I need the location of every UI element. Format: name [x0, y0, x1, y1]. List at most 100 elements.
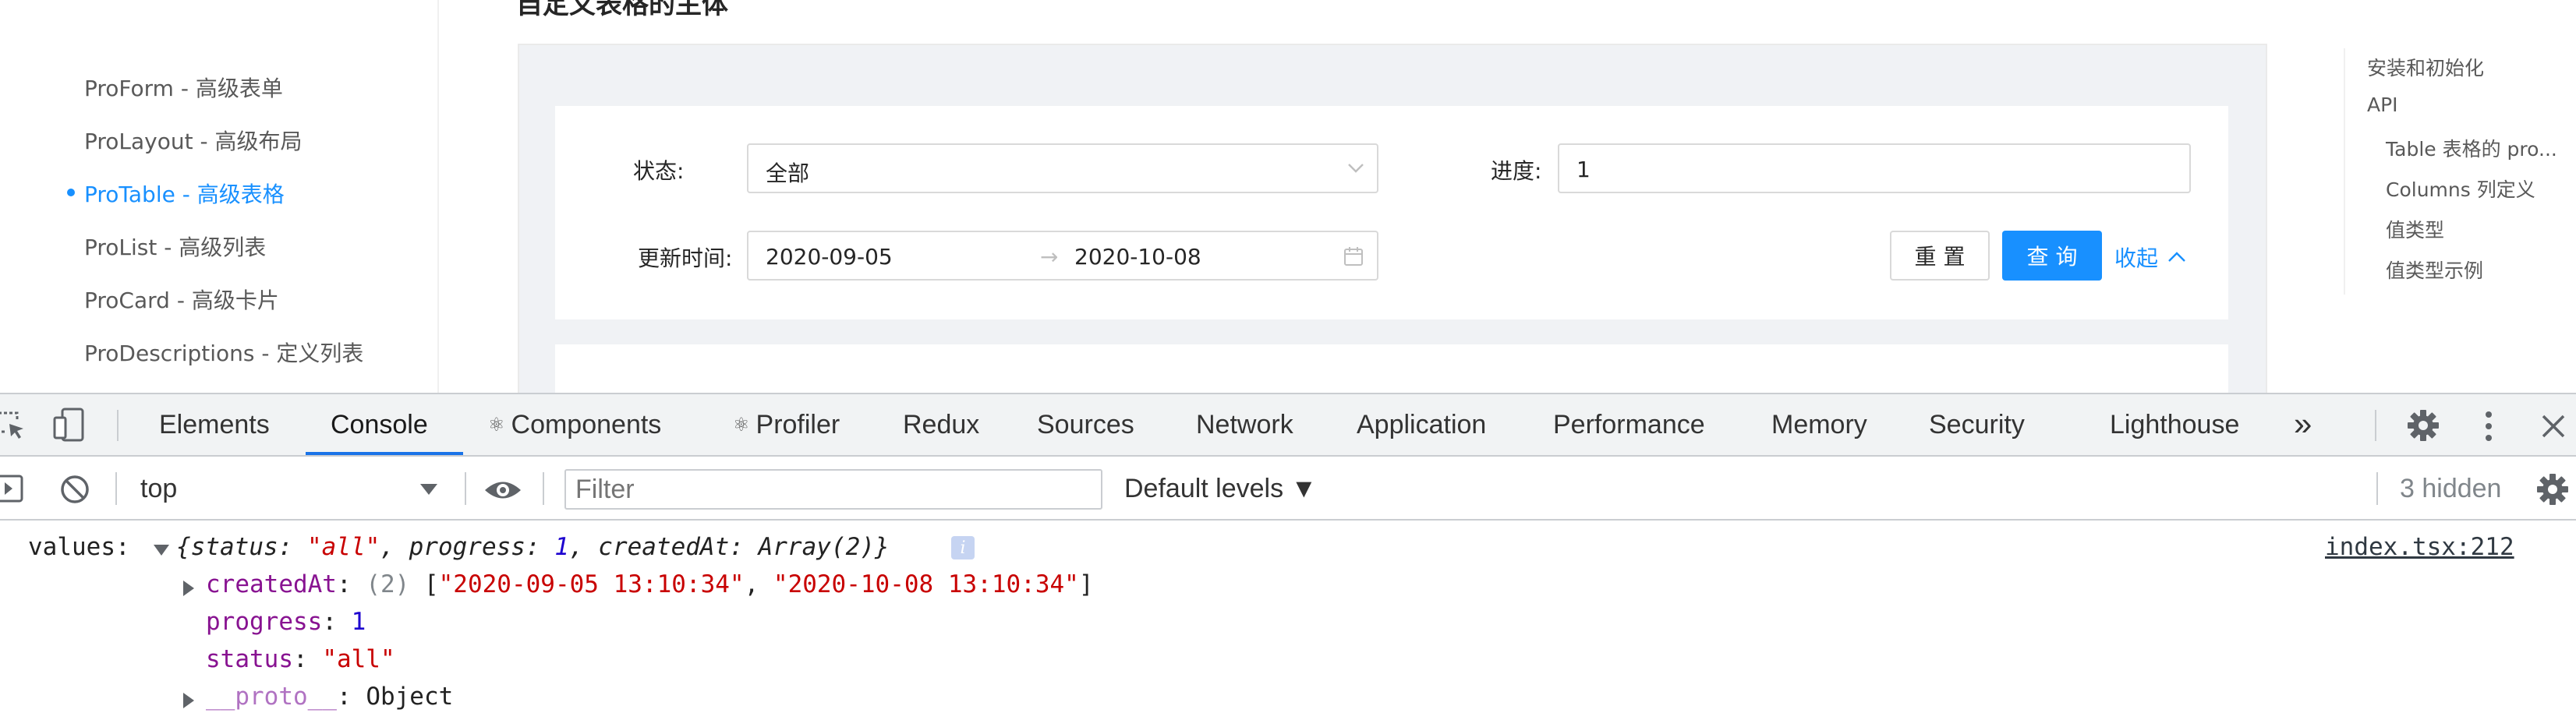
page-title: 自定义表格的主体	[516, 0, 728, 20]
collapse-toggle[interactable]: 收起	[2114, 242, 2186, 273]
clear-console-icon[interactable]	[59, 474, 90, 505]
toc-item-install[interactable]: 安装和初始化	[2367, 53, 2484, 81]
date-end[interactable]: 2020-10-08	[1074, 244, 1201, 270]
createdat-key: createdAt	[206, 570, 337, 598]
tab-redux[interactable]: Redux	[903, 410, 979, 440]
status-row: status: "all"	[206, 645, 395, 673]
object-summary[interactable]: {status: "all", progress: 1, createdAt: …	[176, 533, 890, 561]
active-dot	[67, 189, 75, 196]
status-label: 状态:	[633, 158, 685, 184]
nav-item-proform[interactable]: ProForm - 高级表单	[84, 72, 283, 103]
brace-open: {	[176, 533, 191, 561]
progress-input-value: 1	[1576, 157, 1591, 182]
more-options-icon[interactable]	[2481, 410, 2496, 443]
progress-label: 进度:	[1491, 158, 1542, 184]
nav-item-prolist[interactable]: ProList - 高级列表	[84, 231, 266, 262]
more-tabs-button[interactable]: »	[2294, 405, 2312, 443]
createdat-row[interactable]: createdAt: (2) ["2020-09-05 13:10:34", "…	[206, 570, 1094, 598]
nav-item-prolayout[interactable]: ProLayout - 高级布局	[84, 125, 303, 156]
colon: :	[336, 570, 366, 598]
calendar-icon	[1344, 247, 1363, 266]
colon: :	[729, 533, 759, 561]
nav-item-protable[interactable]: ProTable - 高级表格	[84, 178, 285, 209]
status-select[interactable]: 全部	[747, 143, 1378, 193]
tab-network[interactable]: Network	[1196, 410, 1293, 440]
bracket-close: ]	[1078, 570, 1094, 598]
colon: :	[278, 533, 307, 561]
createdat-date-1: "2020-09-05 13:10:34"	[438, 570, 745, 598]
summary-createdat-value: Array(2)	[758, 533, 875, 561]
show-sidebar-icon[interactable]	[0, 474, 25, 503]
summary-progress-key: progress	[409, 533, 525, 561]
tab-components-label: Components	[511, 410, 662, 439]
react-icon: ⚛	[733, 415, 750, 436]
colon: :	[292, 645, 323, 673]
query-button[interactable]: 查 询	[2002, 231, 2102, 281]
toc-item-value-type-examples[interactable]: 值类型示例	[2386, 256, 2483, 284]
toolbar-separator	[2376, 472, 2378, 505]
tab-sources[interactable]: Sources	[1037, 410, 1134, 440]
settings-gear-icon[interactable]	[2406, 408, 2440, 443]
toc-item-value-type[interactable]: 值类型	[2386, 215, 2444, 243]
left-nav: ProForm - 高级表单 ProLayout - 高级布局 ProTable…	[0, 0, 439, 393]
close-icon[interactable]	[2540, 413, 2567, 439]
dropdown-arrow-icon	[420, 484, 437, 495]
tab-separator	[2375, 410, 2376, 441]
table-card	[555, 344, 2228, 393]
toc-item-table-props[interactable]: Table 表格的 pro...	[2386, 134, 2557, 162]
context-selector[interactable]: top	[139, 474, 444, 505]
progress-row: progress: 1	[206, 608, 366, 636]
expand-triangle-right-icon[interactable]	[182, 692, 195, 709]
colon: :	[336, 683, 366, 711]
nav-item-prodescriptions[interactable]: ProDescriptions - 定义列表	[84, 337, 363, 368]
comma: ,	[380, 533, 409, 561]
progress-input[interactable]: 1	[1558, 143, 2191, 193]
tab-performance[interactable]: Performance	[1553, 410, 1705, 440]
updated-time-label: 更新时间:	[638, 245, 733, 271]
toc-item-api[interactable]: API	[2367, 94, 2398, 116]
inspect-element-icon[interactable]	[0, 410, 27, 441]
comma: ,	[744, 570, 773, 598]
chevron-down-icon	[1348, 164, 1364, 173]
console-filter-input[interactable]	[564, 469, 1102, 510]
tab-lighthouse[interactable]: Lighthouse	[2110, 410, 2239, 440]
hidden-messages-count: 3 hidden	[2400, 474, 2502, 503]
react-icon: ⚛	[488, 415, 505, 436]
tab-application[interactable]: Application	[1357, 410, 1486, 440]
expand-triangle-right-icon[interactable]	[182, 580, 195, 597]
bracket-open: [	[409, 570, 439, 598]
devtools-panel: Elements Console ⚛ Components ⚛ Profiler…	[0, 393, 2576, 720]
tab-profiler[interactable]: ⚛ Profiler	[733, 410, 840, 440]
tab-security[interactable]: Security	[1929, 410, 2025, 440]
reset-button[interactable]: 重 置	[1890, 231, 1990, 281]
summary-status-value: "all"	[306, 533, 380, 561]
active-tab-indicator	[306, 452, 463, 455]
device-toolbar-icon[interactable]	[51, 407, 86, 443]
expand-triangle-down-icon[interactable]	[153, 544, 170, 556]
tab-memory[interactable]: Memory	[1771, 410, 1867, 440]
console-output: values: {status: "all", progress: 1, cre…	[0, 521, 2576, 720]
source-link[interactable]: index.tsx:212	[2325, 533, 2514, 561]
live-expression-eye-icon[interactable]	[483, 478, 522, 502]
status-key: status	[206, 645, 293, 673]
console-toolbar: top Default levels ▼ 3 hidden	[0, 457, 2576, 521]
info-icon[interactable]: i	[951, 536, 975, 559]
status-value: "all"	[322, 645, 395, 673]
log-levels-dropdown[interactable]: Default levels ▼	[1124, 474, 1317, 504]
nav-item-procard[interactable]: ProCard - 高级卡片	[84, 284, 279, 315]
date-start[interactable]: 2020-09-05	[766, 244, 893, 270]
context-selector-value: top	[140, 474, 178, 503]
tab-elements[interactable]: Elements	[159, 410, 270, 440]
tab-components[interactable]: ⚛ Components	[488, 410, 661, 440]
date-range-picker[interactable]: 2020-09-05 → 2020-10-08	[747, 231, 1378, 281]
tab-console[interactable]: Console	[331, 410, 428, 440]
collapse-label: 收起	[2114, 245, 2159, 271]
proto-row[interactable]: __proto__: Object	[206, 683, 453, 711]
toc-item-columns[interactable]: Columns 列定义	[2386, 175, 2535, 203]
table-of-contents: 安装和初始化 API Table 表格的 pro... Columns 列定义 …	[2344, 48, 2576, 295]
console-settings-gear-icon[interactable]	[2535, 472, 2570, 506]
proto-value: Object	[366, 683, 454, 711]
progress-key: progress	[206, 608, 323, 636]
devtools-tab-bar: Elements Console ⚛ Components ⚛ Profiler…	[0, 394, 2576, 457]
summary-createdat-key: createdAt	[598, 533, 730, 561]
